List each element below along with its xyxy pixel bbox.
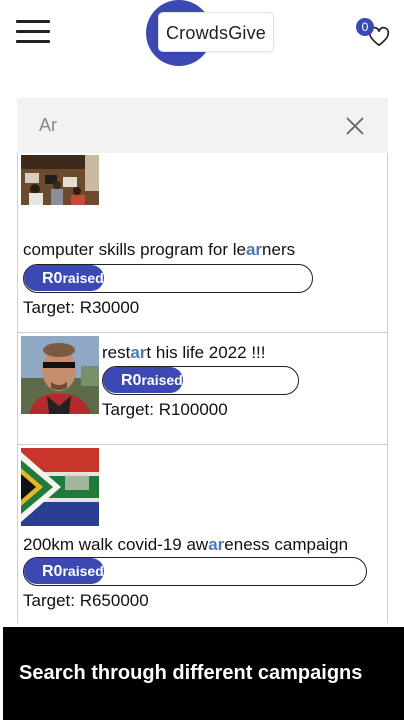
search-input[interactable] (17, 98, 327, 153)
favorites-button[interactable]: 0 (356, 18, 392, 50)
man-portrait-photo (21, 336, 99, 414)
south-africa-flag-photo (21, 448, 99, 526)
raised-progress-bar: R0raised (23, 264, 313, 293)
menu-line (16, 40, 50, 43)
favorites-count-badge: 0 (356, 18, 374, 36)
campaign-card[interactable]: computer skills program for learners R0r… (18, 153, 387, 333)
campaign-card[interactable]: 200km walk covid-19 awareness campaign R… (18, 445, 387, 623)
campaign-title: restart his life 2022 !!! (102, 343, 266, 362)
hamburger-menu-icon[interactable] (16, 20, 52, 46)
caption-text: Search through different campaigns (19, 662, 363, 684)
campaign-title: computer skills program for learners (23, 240, 296, 259)
logo-box: CrowdsGive (158, 12, 274, 52)
campaign-target: Target: R100000 (102, 400, 228, 419)
campaign-target: Target: R30000 (23, 298, 140, 317)
close-icon[interactable] (345, 116, 365, 136)
menu-line (16, 30, 50, 33)
classroom-photo (21, 155, 99, 205)
menu-line (16, 20, 50, 23)
campaign-target: Target: R650000 (23, 591, 149, 610)
raised-progress-bar: R0raised (23, 557, 367, 586)
campaign-results-list: computer skills program for learners R0r… (17, 153, 388, 623)
search-bar (17, 98, 388, 153)
raised-progress-fill: R0raised (103, 367, 183, 393)
campaign-card[interactable]: restart his life 2022 !!! R0raised Targe… (18, 333, 387, 445)
raised-progress-fill: R0raised (24, 265, 104, 291)
app-header: CrowdsGive 0 (0, 0, 404, 80)
logo-text: CrowdsGive (165, 23, 267, 43)
raised-progress-bar: R0raised (102, 366, 299, 395)
crowdsgive-logo[interactable]: CrowdsGive (146, 0, 276, 68)
campaign-title: 200km walk covid-19 awareness campaign (23, 535, 349, 554)
caption-banner: Search through different campaigns (3, 627, 404, 720)
raised-progress-fill: R0raised (24, 558, 104, 584)
